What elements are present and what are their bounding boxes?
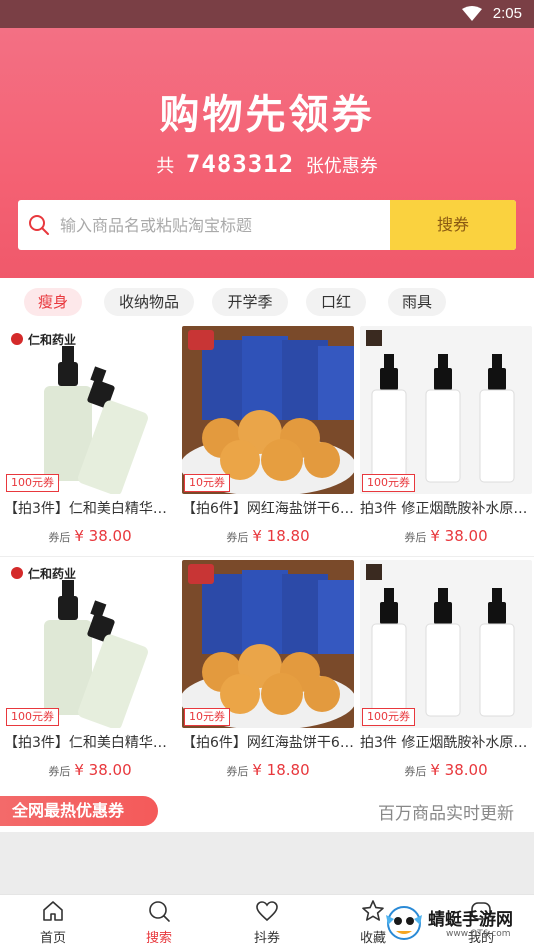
home-icon — [43, 901, 63, 921]
product-card[interactable]: 仁和药业 100元券 【拍3件】仁和美白精华… 券后 ¥ 38.00 — [4, 326, 176, 556]
after-coupon-label: 券后 — [226, 531, 249, 544]
realtime-update-text: 百万商品实时更新 — [378, 804, 514, 824]
brand-logo: 仁和药业 — [28, 332, 76, 347]
search-input[interactable] — [60, 200, 390, 250]
hot-coupons-label[interactable]: 全网最热优惠券 — [0, 796, 158, 826]
status-bar: 2:05 — [0, 0, 534, 28]
tab-label: 搜索 — [145, 931, 172, 946]
content-placeholder — [0, 832, 534, 894]
tab-home[interactable]: 首页 — [8, 895, 98, 949]
tag-back-to-school[interactable]: 开学季 — [212, 288, 288, 316]
wifi-icon — [462, 6, 482, 21]
product-price: ¥ 38.00 — [430, 527, 488, 545]
product-image-serum: 仁和药业 100元券 — [4, 326, 176, 494]
coupon-badge: 10元券 — [184, 474, 230, 492]
product-section: 瘦身 收纳物品 开学季 口红 雨具 仁和药业 100元券 【拍3件】仁和美白精华… — [0, 278, 534, 828]
after-coupon-label: 券后 — [404, 531, 427, 544]
watermark-url: www.QT6.com — [446, 929, 511, 939]
product-price: ¥ 38.00 — [430, 761, 488, 779]
coupon-badge: 100元券 — [6, 708, 59, 726]
watermark: 蜻蜓手游网 www.QT6.com — [382, 899, 532, 947]
tag-lipstick[interactable]: 口红 — [306, 288, 366, 316]
product-card[interactable]: 仁和药业 100元券 【拍3件】仁和美白精华… 券后 ¥ 38.00 — [4, 560, 176, 790]
watermark-logo-icon — [386, 906, 422, 940]
row-divider — [0, 556, 534, 557]
product-image-biscuits: 10元券 — [182, 326, 354, 494]
tag-storage[interactable]: 收纳物品 — [104, 288, 194, 316]
tag-slimming[interactable]: 瘦身 — [24, 288, 82, 316]
product-name: 拍3件 修正烟酰胺补水原… — [360, 735, 528, 751]
search-icon — [149, 901, 170, 922]
coupon-badge: 100元券 — [6, 474, 59, 492]
product-card[interactable]: 10元券 【拍6件】网红海盐饼干6… 券后 ¥ 18.80 — [182, 560, 354, 790]
product-name: 【拍6件】网红海盐饼干6… — [182, 501, 354, 517]
search-bar: 搜券 — [18, 200, 516, 250]
hot-coupons-bar: 全网最热优惠券 百万商品实时更新 — [0, 790, 534, 832]
product-price: ¥ 38.00 — [74, 527, 132, 545]
coupon-count: 7483312 — [185, 150, 295, 178]
product-name: 【拍3件】仁和美白精华… — [4, 501, 167, 517]
product-card[interactable]: 100元券 拍3件 修正烟酰胺补水原… 券后 ¥ 38.00 — [360, 560, 532, 790]
coupon-badge: 100元券 — [362, 708, 415, 726]
search-icon — [29, 215, 49, 235]
product-image-biscuits: 10元券 — [182, 560, 354, 728]
brand-logo: 仁和药业 — [28, 566, 76, 581]
product-card[interactable]: 100元券 拍3件 修正烟酰胺补水原… 券后 ¥ 38.00 — [360, 326, 532, 556]
count-prefix: 共 — [156, 156, 175, 177]
product-price: ¥ 18.80 — [252, 761, 310, 779]
tab-search[interactable]: 搜索 — [114, 895, 204, 949]
product-image-white-bottles: 100元券 — [360, 560, 532, 728]
after-coupon-label: 券后 — [226, 765, 249, 778]
product-price: ¥ 18.80 — [252, 527, 310, 545]
tag-bar: 瘦身 收纳物品 开学季 口红 雨具 — [0, 288, 534, 318]
product-name: 【拍3件】仁和美白精华… — [4, 735, 167, 751]
coupon-count-line: 共 7483312 张优惠券 — [0, 150, 534, 178]
count-suffix: 张优惠券 — [305, 156, 378, 177]
bottom-tab-bar: 首页 搜索 抖券 收藏 我的 蜻蜓手游网 www.QT6.com — [0, 894, 534, 949]
product-name: 【拍6件】网红海盐饼干6… — [182, 735, 354, 751]
after-coupon-label: 券后 — [48, 531, 71, 544]
tag-rain-gear[interactable]: 雨具 — [388, 288, 446, 316]
product-card[interactable]: 10元券 【拍6件】网红海盐饼干6… 券后 ¥ 18.80 — [182, 326, 354, 556]
search-button[interactable]: 搜券 — [390, 200, 516, 250]
tab-label: 抖券 — [253, 931, 280, 946]
product-image-white-bottles: 100元券 — [360, 326, 532, 494]
product-price: ¥ 38.00 — [74, 761, 132, 779]
status-time: 2:05 — [492, 5, 522, 22]
coupon-badge: 100元券 — [362, 474, 415, 492]
product-name: 拍3件 修正烟酰胺补水原… — [360, 501, 528, 517]
tab-label: 首页 — [39, 931, 66, 946]
after-coupon-label: 券后 — [48, 765, 71, 778]
hero-title: 购物先领券 — [159, 92, 375, 138]
heart-icon — [256, 901, 278, 922]
product-image-serum: 仁和药业 100元券 — [4, 560, 176, 728]
tab-douquan[interactable]: 抖券 — [222, 895, 312, 949]
watermark-text: 蜻蜓手游网 — [428, 910, 513, 930]
after-coupon-label: 券后 — [404, 765, 427, 778]
coupon-badge: 10元券 — [184, 708, 230, 726]
